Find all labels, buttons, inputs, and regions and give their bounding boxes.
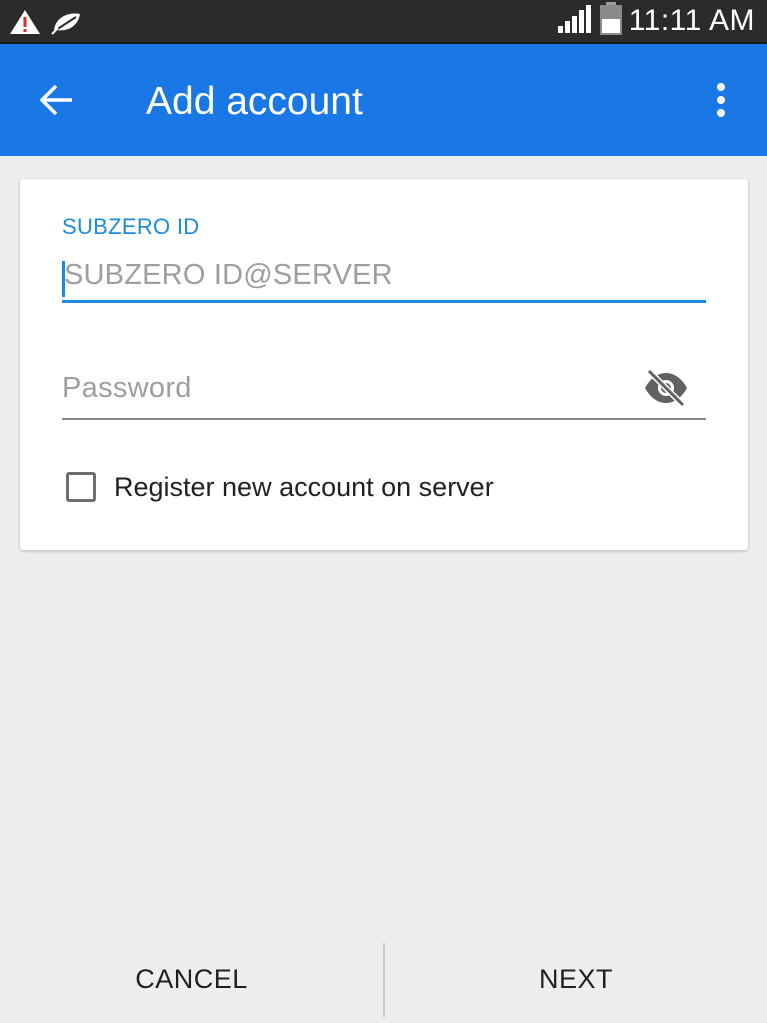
page-title: Add account — [146, 80, 363, 123]
id-field-label: SUBZERO ID — [62, 214, 200, 239]
register-checkbox[interactable] — [66, 472, 96, 502]
status-bar: 11:11 AM — [0, 0, 767, 44]
signal-icon — [557, 4, 593, 39]
password-visibility-toggle[interactable] — [642, 368, 690, 412]
arrow-back-icon — [38, 82, 74, 123]
password-placeholder: Password — [62, 372, 192, 404]
app-bar: Add account — [0, 44, 767, 156]
register-option[interactable]: Register new account on server — [66, 467, 494, 507]
id-input-placeholder: SUBZERO ID@SERVER — [64, 259, 393, 291]
clock: 11:11 AM — [628, 4, 755, 37]
bottom-action-bar: CANCEL NEXT — [0, 935, 767, 1023]
password-field[interactable]: Password — [62, 364, 706, 420]
cancel-button[interactable]: CANCEL — [0, 935, 383, 1023]
account-form-card: SUBZERO ID SUBZERO ID@SERVER Password Re… — [20, 179, 748, 550]
id-input[interactable]: SUBZERO ID@SERVER — [62, 251, 706, 303]
more-vert-icon — [715, 82, 727, 123]
next-button[interactable]: NEXT — [385, 935, 767, 1023]
status-bar-notifications — [8, 8, 84, 41]
back-button[interactable] — [28, 74, 84, 130]
overflow-menu-button[interactable] — [697, 74, 745, 130]
register-checkbox-label: Register new account on server — [114, 471, 494, 502]
leaf-icon — [50, 8, 84, 41]
warning-icon — [8, 8, 42, 41]
visibility-off-icon — [643, 368, 689, 413]
status-bar-system: 11:11 AM — [557, 0, 755, 42]
battery-icon — [599, 1, 623, 41]
